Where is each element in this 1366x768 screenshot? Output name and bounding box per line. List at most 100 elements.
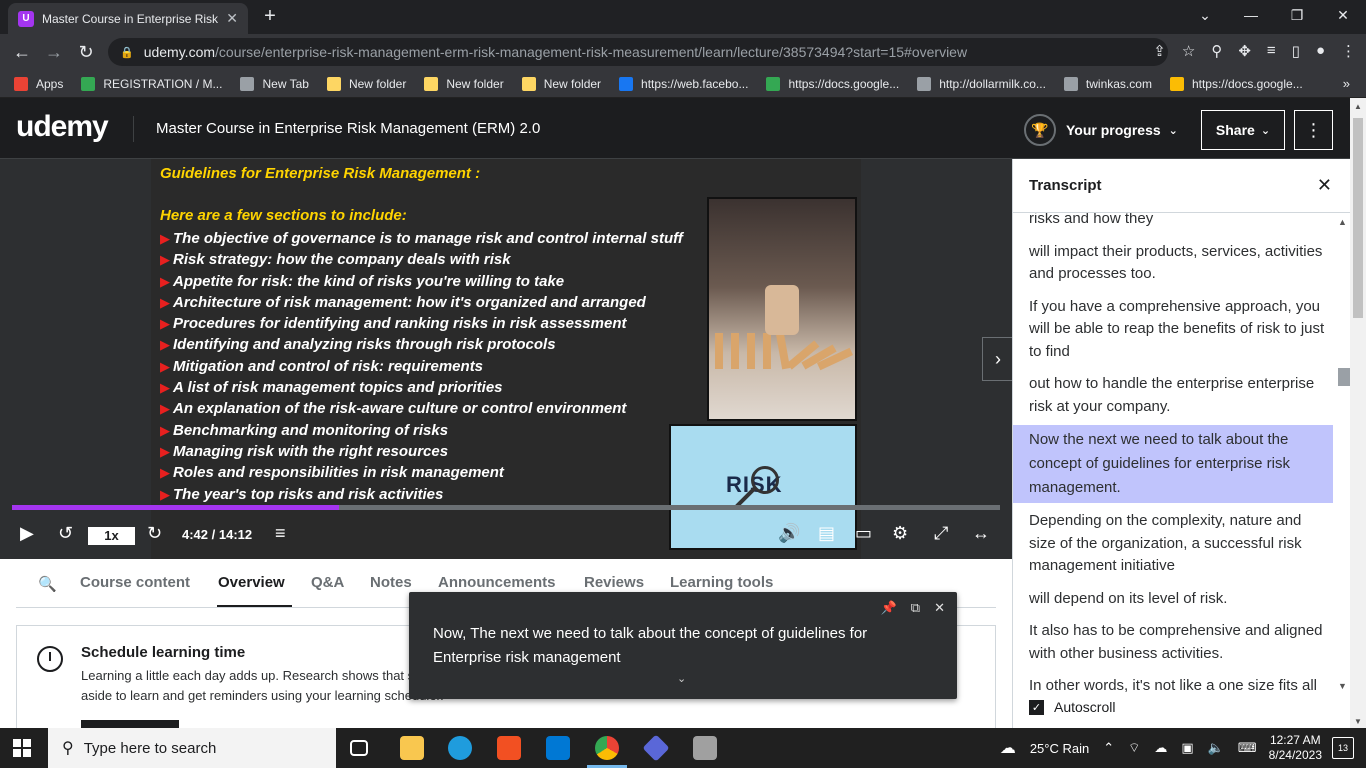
- rewind-icon[interactable]: ↺: [58, 523, 73, 544]
- transcript-cue[interactable]: It also has to be comprehensive and alig…: [1013, 617, 1333, 668]
- address-bar[interactable]: 🔒 udemy.com /course/enterprise-risk-mana…: [108, 38, 1168, 66]
- autoscroll-checkbox[interactable]: ✓ Autoscroll: [1029, 699, 1115, 715]
- settings-gear-icon[interactable]: ⚙: [892, 523, 908, 544]
- popout-icon[interactable]: ⧉: [911, 600, 920, 616]
- bookmark-item[interactable]: twinkas.com: [1063, 77, 1152, 91]
- course-title[interactable]: Master Course in Enterprise Risk Managem…: [156, 120, 540, 137]
- close-tab-icon[interactable]: ✕: [226, 10, 238, 27]
- profile-avatar[interactable]: ●: [1316, 42, 1325, 60]
- bookmark-item[interactable]: REGISTRATION / M...: [81, 77, 222, 91]
- tab-overview[interactable]: Overview: [218, 574, 285, 591]
- bookmark-star-icon[interactable]: ☆: [1182, 42, 1195, 60]
- bookmark-label: twinkas.com: [1085, 77, 1152, 91]
- minimize-button[interactable]: —: [1228, 0, 1274, 30]
- transcript-cue[interactable]: Depending on the complexity, nature and …: [1013, 507, 1333, 581]
- expand-width-icon[interactable]: ↔: [972, 523, 990, 544]
- taskbar-search[interactable]: ⚲ Type here to search: [48, 728, 336, 768]
- udemy-logo[interactable]: udemy: [16, 110, 109, 144]
- forward-button[interactable]: →: [38, 42, 70, 63]
- app-icon[interactable]: [642, 734, 670, 762]
- share-page-icon[interactable]: ⇪: [1153, 42, 1166, 60]
- bookmark-item[interactable]: New folder: [326, 77, 406, 91]
- add-note-icon[interactable]: ≡: [275, 523, 286, 544]
- bookmark-item[interactable]: New folder: [521, 77, 601, 91]
- transcript-cue-active[interactable]: Now the next we need to talk about the c…: [1013, 425, 1333, 503]
- bookmark-item[interactable]: New folder: [424, 77, 504, 91]
- bookmark-item[interactable]: https://docs.google...: [766, 77, 899, 91]
- forward-icon[interactable]: ↻: [147, 523, 162, 544]
- taskbar-clock[interactable]: 12:27 AM 8/24/2023: [1269, 733, 1322, 763]
- show-hidden-icons-icon[interactable]: ⌃: [1103, 740, 1114, 756]
- bookmark-item[interactable]: http://dollarmilk.co...: [917, 77, 1046, 91]
- back-button[interactable]: ←: [6, 42, 38, 63]
- browser-tab[interactable]: U Master Course in Enterprise Risk ✕: [8, 3, 248, 34]
- chevron-down-icon[interactable]: ⌄: [677, 672, 686, 685]
- captions-icon[interactable]: ▭: [855, 523, 872, 544]
- new-tab-button[interactable]: +: [258, 5, 282, 29]
- video-progress-bar[interactable]: [12, 505, 1000, 510]
- task-view-icon[interactable]: [350, 740, 368, 756]
- file-explorer-icon[interactable]: [400, 736, 424, 760]
- chrome-icon[interactable]: [587, 736, 627, 768]
- pin-icon[interactable]: 📌: [881, 600, 897, 616]
- caption-overlay[interactable]: 📌 ⧉ ✕ Now, The next we need to talk abou…: [409, 592, 957, 699]
- volume-icon[interactable]: 🔊: [778, 523, 800, 544]
- weather-text[interactable]: 25°C Rain: [1030, 741, 1089, 756]
- transcript-cue[interactable]: will depend on its level of risk.: [1013, 585, 1333, 614]
- onedrive-icon[interactable]: ☁: [1154, 740, 1167, 756]
- bookmark-item[interactable]: New Tab: [240, 77, 309, 91]
- progress-dropdown[interactable]: 🏆 Your progress ⌄: [1024, 114, 1178, 146]
- transcript-cue[interactable]: If you have a comprehensive approach, yo…: [1013, 293, 1333, 367]
- tab-reviews[interactable]: Reviews: [584, 574, 644, 591]
- tab-learning-tools[interactable]: Learning tools: [670, 574, 773, 591]
- transcript-cue[interactable]: will impact their products, services, ac…: [1013, 238, 1333, 289]
- more-bookmarks-icon[interactable]: »: [1343, 76, 1350, 91]
- restore-button[interactable]: ❐: [1274, 0, 1320, 30]
- transcript-cue[interactable]: In other words, it's not like a one size…: [1013, 672, 1333, 693]
- transcript-cue[interactable]: out how to handle the enterprise enterpr…: [1013, 370, 1333, 421]
- keyboard-icon[interactable]: ⌨: [1238, 740, 1257, 756]
- close-caption-icon[interactable]: ✕: [934, 600, 945, 616]
- speaker-icon[interactable]: 🔈: [1208, 740, 1224, 756]
- transcript-scrollbar[interactable]: ▲ ▼: [1332, 213, 1350, 693]
- mail-icon[interactable]: [546, 736, 570, 760]
- meet-now-icon[interactable]: ▣: [1181, 740, 1193, 756]
- store-icon[interactable]: [497, 736, 521, 760]
- transcript-cue[interactable]: risks and how they: [1013, 213, 1333, 234]
- tab-notes[interactable]: Notes: [370, 574, 412, 591]
- close-transcript-icon[interactable]: ✕: [1317, 175, 1332, 196]
- tab-announcements[interactable]: Announcements: [438, 574, 556, 591]
- extension-icon[interactable]: ⚲: [1211, 42, 1222, 60]
- close-window-button[interactable]: ✕: [1320, 0, 1366, 30]
- playback-speed-button[interactable]: 1x: [88, 527, 135, 545]
- bookmark-item[interactable]: https://web.facebo...: [619, 77, 748, 91]
- edge-icon[interactable]: [448, 736, 472, 760]
- next-lecture-button[interactable]: ›: [982, 337, 1014, 381]
- fullscreen-icon[interactable]: ⤢: [934, 523, 948, 544]
- wifi-icon[interactable]: ⌔: [1128, 740, 1140, 756]
- side-panel-icon[interactable]: ▯: [1292, 42, 1300, 60]
- media-control-icon[interactable]: ≡: [1267, 42, 1276, 60]
- bookmark-item[interactable]: Apps: [14, 77, 63, 91]
- more-options-button[interactable]: ⋮: [1294, 110, 1333, 150]
- bookmark-item[interactable]: https://docs.google...: [1169, 77, 1303, 91]
- tab-course-content[interactable]: Course content: [80, 574, 190, 591]
- video-player[interactable]: Guidelines for Enterprise Risk Managemen…: [0, 159, 1014, 559]
- search-icon[interactable]: 🔍: [38, 575, 57, 593]
- checkbox-checked-icon[interactable]: ✓: [1029, 699, 1044, 715]
- windows-start-icon[interactable]: [13, 739, 31, 757]
- weather-icon[interactable]: ☁: [1000, 738, 1016, 758]
- chrome-menu-icon[interactable]: ⋮: [1341, 42, 1356, 60]
- notification-center-icon[interactable]: 13: [1332, 737, 1354, 759]
- lock-icon[interactable]: 🔒: [120, 46, 134, 59]
- reload-button[interactable]: ↻: [70, 42, 102, 63]
- virtual-machine-icon[interactable]: [693, 736, 717, 760]
- transcript-icon[interactable]: ▤: [818, 523, 835, 544]
- page-scrollbar[interactable]: ▲ ▼: [1350, 98, 1366, 728]
- tab-q-a[interactable]: Q&A: [311, 574, 344, 591]
- share-button[interactable]: Share ⌄: [1201, 110, 1285, 150]
- puzzle-extensions-icon[interactable]: ✥: [1238, 42, 1251, 60]
- play-icon[interactable]: ▶: [20, 523, 34, 544]
- hand-shape: [765, 285, 799, 335]
- tab-search-icon[interactable]: ⌄: [1182, 0, 1228, 30]
